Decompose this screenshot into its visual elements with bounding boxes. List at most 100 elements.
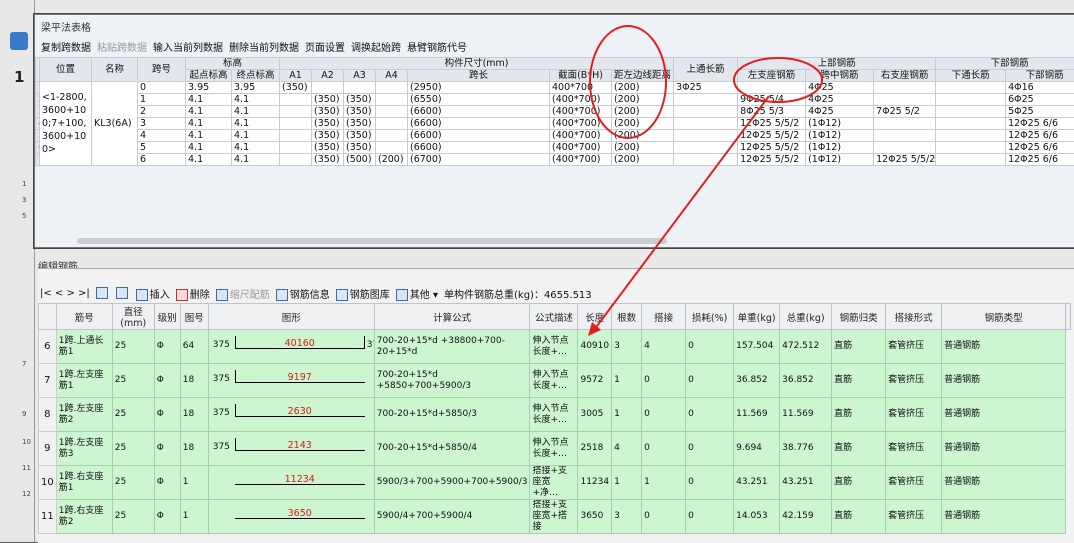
cell-span[interactable]: 3	[138, 118, 186, 130]
cell-sec[interactable]: (400*700)	[550, 106, 612, 118]
col-elev-end[interactable]: 终点标高	[232, 70, 280, 82]
cell-rs[interactable]	[874, 118, 936, 130]
cell-ee[interactable]: 4.1	[232, 106, 280, 118]
row-number[interactable]: 5	[36, 130, 40, 142]
cell-span[interactable]: 1	[138, 94, 186, 106]
rebar-diameter[interactable]: 25	[112, 432, 154, 466]
col-name[interactable]: 名称	[92, 58, 138, 82]
swap-start-span-button[interactable]: 调换起始跨	[351, 39, 401, 55]
cell-ee[interactable]: 4.1	[232, 130, 280, 142]
beam-table-row[interactable]: 214.14.1(350)(350)(6550)(400*700)(200)9Φ…	[36, 94, 1074, 106]
rebar-shape-cell[interactable]: 11234	[208, 466, 374, 500]
cell-len[interactable]: (6600)	[408, 142, 550, 154]
record-nav[interactable]: |< < > >|	[40, 288, 90, 299]
rebar-col-header[interactable]: 钢筋归类	[832, 304, 886, 330]
rebar-length[interactable]: 2518	[578, 432, 612, 466]
rebar-row[interactable]: 101跨.右支座筋125Φ1 11234 5900/3+700+5900+700…	[39, 466, 1071, 500]
cell-a2[interactable]: (350)	[312, 94, 344, 106]
row-number[interactable]: 2	[36, 94, 40, 106]
rebar-figure-no[interactable]: 18	[180, 398, 208, 432]
cell-low[interactable]: 6Φ25	[1006, 94, 1074, 106]
rebar-lap-form[interactable]: 套管挤压	[886, 364, 942, 398]
cell-ls[interactable]: 12Φ25 5/5/2	[738, 118, 806, 130]
col-a3[interactable]: A3	[344, 70, 376, 82]
cell-ls[interactable]: 9Φ25 5/4	[738, 94, 806, 106]
rebar-shape-cell[interactable]: 375 9197	[208, 364, 374, 398]
rebar-name[interactable]: 1跨.左支座筋3	[56, 432, 112, 466]
cell-ls[interactable]: 12Φ25 5/5/2	[738, 142, 806, 154]
col-elev-start[interactable]: 起点标高	[186, 70, 232, 82]
cell-dist[interactable]: (200)	[612, 118, 674, 130]
rebar-col-header[interactable]: 总重(kg)	[780, 304, 832, 330]
cell-len[interactable]: (6550)	[408, 94, 550, 106]
cell-len[interactable]: (6600)	[408, 106, 550, 118]
rebar-unit-weight[interactable]: 43.251	[734, 466, 780, 500]
cell-a2[interactable]: (350)	[312, 106, 344, 118]
rebar-formula-desc[interactable]: 搭接+支座宽+搭接	[530, 500, 578, 534]
cell-bt[interactable]	[936, 154, 1006, 166]
rebar-row-number[interactable]: 11	[39, 500, 57, 534]
rebar-col-header[interactable]: 计算公式	[374, 304, 530, 330]
row-number[interactable]: 1	[36, 82, 40, 94]
col-lower[interactable]: 下部钢筋	[1006, 70, 1074, 82]
cell-rs[interactable]	[874, 94, 936, 106]
rebar-count[interactable]: 4	[612, 432, 642, 466]
move-down-icon[interactable]	[116, 287, 128, 299]
rebar-row-number[interactable]: 10	[39, 466, 57, 500]
rebar-name[interactable]: 1跨.左支座筋2	[56, 398, 112, 432]
rebar-formula[interactable]: 700-20+15*d +38800+700-20+15*d	[374, 330, 530, 364]
rebar-col-header[interactable]: 根数	[612, 304, 642, 330]
rebar-total-weight[interactable]: 11.569	[780, 398, 832, 432]
cell-bt[interactable]	[936, 106, 1006, 118]
rebar-figure-no[interactable]: 18	[180, 432, 208, 466]
rebar-diameter[interactable]: 25	[112, 330, 154, 364]
rebar-total-weight[interactable]: 36.852	[780, 364, 832, 398]
cell-sec[interactable]: (400*700)	[550, 94, 612, 106]
rebar-figure-no[interactable]: 64	[180, 330, 208, 364]
beam-table-row[interactable]: 764.14.1(350)(500)(200)(6700)(400*700)(2…	[36, 154, 1074, 166]
rebar-length[interactable]: 11234	[578, 466, 612, 500]
rebar-class[interactable]: 直筋	[832, 364, 886, 398]
col-dims[interactable]: 构件尺寸(mm)	[280, 58, 674, 70]
cell-es[interactable]: 4.1	[186, 154, 232, 166]
col-left-dist[interactable]: 距左边线距离	[612, 70, 674, 82]
rebar-formula-desc[interactable]: 搭接+支座宽+净…	[530, 466, 578, 500]
col-a2[interactable]: A2	[312, 70, 344, 82]
rebar-count[interactable]: 3	[612, 330, 642, 364]
copy-span-button[interactable]: 复制跨数据	[41, 39, 91, 55]
rebar-grade[interactable]: Φ	[154, 364, 180, 398]
scale-rebar-button[interactable]: 缩尺配筋	[216, 286, 270, 301]
rebar-lap[interactable]: 0	[642, 364, 686, 398]
rebar-grade[interactable]: Φ	[154, 330, 180, 364]
rebar-lap-form[interactable]: 套管挤压	[886, 466, 942, 500]
cell-ls[interactable]: 12Φ25 5/5/2	[738, 130, 806, 142]
rebar-unit-weight[interactable]: 9.694	[734, 432, 780, 466]
cell-a4[interactable]	[376, 142, 408, 154]
rebar-shape-cell[interactable]: 375 40160 375	[208, 330, 374, 364]
rebar-name[interactable]: 1跨.右支座筋2	[56, 500, 112, 534]
col-a4[interactable]: A4	[376, 70, 408, 82]
rebar-formula-desc[interactable]: 伸入节点长度+…	[530, 330, 578, 364]
rebar-type[interactable]: 普通钢筋	[942, 466, 1066, 500]
row-number[interactable]: 4	[36, 118, 40, 130]
col-left-support[interactable]: 左支座钢筋	[738, 70, 806, 82]
cell-len[interactable]: (6600)	[408, 118, 550, 130]
rebar-total-weight[interactable]: 42.159	[780, 500, 832, 534]
rebar-diameter[interactable]: 25	[112, 398, 154, 432]
rebar-diameter[interactable]: 25	[112, 364, 154, 398]
col-lower-rebar[interactable]: 下部钢筋	[936, 58, 1074, 70]
cell-ee[interactable]: 4.1	[232, 142, 280, 154]
cell-a2[interactable]: (350)	[312, 118, 344, 130]
rebar-total-weight[interactable]: 38.776	[780, 432, 832, 466]
delete-column-button[interactable]: 删除当前列数据	[229, 39, 299, 55]
beam-table-row[interactable]: 1<1-2800,3600+100;7+100,3600+100>KL3(6A)…	[36, 82, 1074, 94]
rebar-figure-no[interactable]: 18	[180, 364, 208, 398]
cell-a4[interactable]	[376, 94, 408, 106]
move-up-icon[interactable]	[96, 287, 108, 299]
rebar-length[interactable]: 3650	[578, 500, 612, 534]
cell-a4[interactable]	[376, 118, 408, 130]
cell-dist[interactable]: (200)	[612, 106, 674, 118]
cell-ee[interactable]: 3.95	[232, 82, 280, 94]
col-position[interactable]: 位置	[40, 58, 92, 82]
cell-a4[interactable]: (200)	[376, 154, 408, 166]
